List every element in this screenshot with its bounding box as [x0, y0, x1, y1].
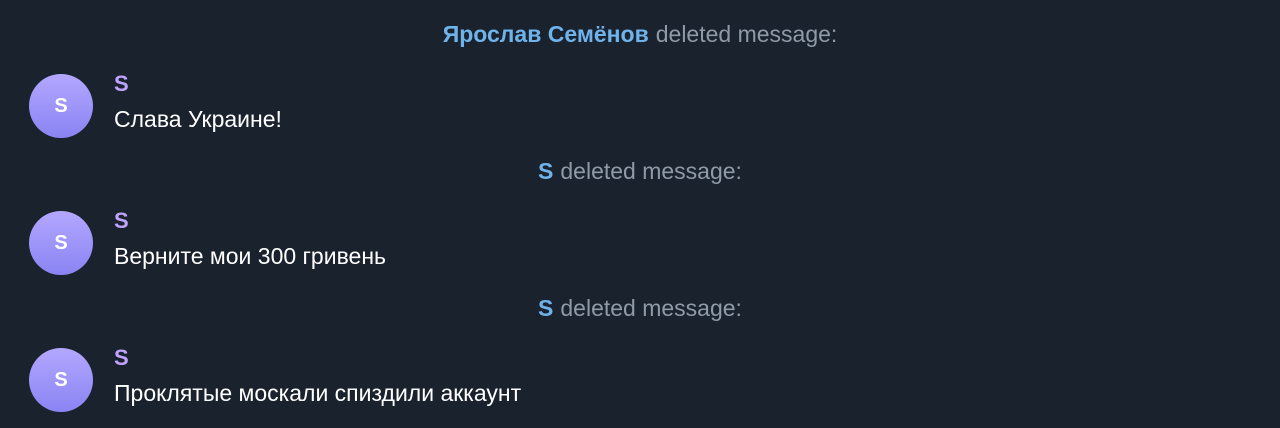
avatar[interactable]: S — [29, 348, 93, 412]
deleted-message-notice: Sdeleted message: — [0, 156, 1280, 186]
sender-name[interactable]: S — [114, 344, 129, 372]
event-action-text: deleted message: — [560, 158, 742, 184]
sender-name[interactable]: S — [114, 207, 129, 235]
message-text: Верните мои 300 гривень — [114, 243, 387, 269]
chat-message[interactable]: S S Слава Украине! — [0, 70, 1280, 142]
avatar[interactable]: S — [29, 211, 93, 275]
avatar-initial: S — [54, 231, 68, 254]
sender-name[interactable]: S — [114, 70, 129, 98]
event-actor-name[interactable]: S — [538, 158, 553, 184]
message-text: Слава Украине! — [114, 106, 282, 132]
event-action-text: deleted message: — [560, 295, 742, 321]
chat-message[interactable]: S S Верните мои 300 гривень — [0, 207, 1280, 279]
message-text: Проклятые москали спиздили аккаунт — [114, 380, 522, 406]
deleted-message-notice: Ярослав Семёнов deleted message: — [0, 19, 1280, 49]
avatar-initial: S — [54, 368, 68, 391]
avatar-initial: S — [54, 94, 68, 117]
event-actor-name[interactable]: S — [538, 295, 553, 321]
avatar[interactable]: S — [29, 74, 93, 138]
deleted-message-notice: Sdeleted message: — [0, 293, 1280, 323]
chat-message[interactable]: S S Проклятые москали спиздили аккаунт — [0, 344, 1280, 416]
event-action-text: deleted message: — [655, 21, 838, 47]
event-actor-name[interactable]: Ярослав Семёнов — [443, 21, 649, 47]
